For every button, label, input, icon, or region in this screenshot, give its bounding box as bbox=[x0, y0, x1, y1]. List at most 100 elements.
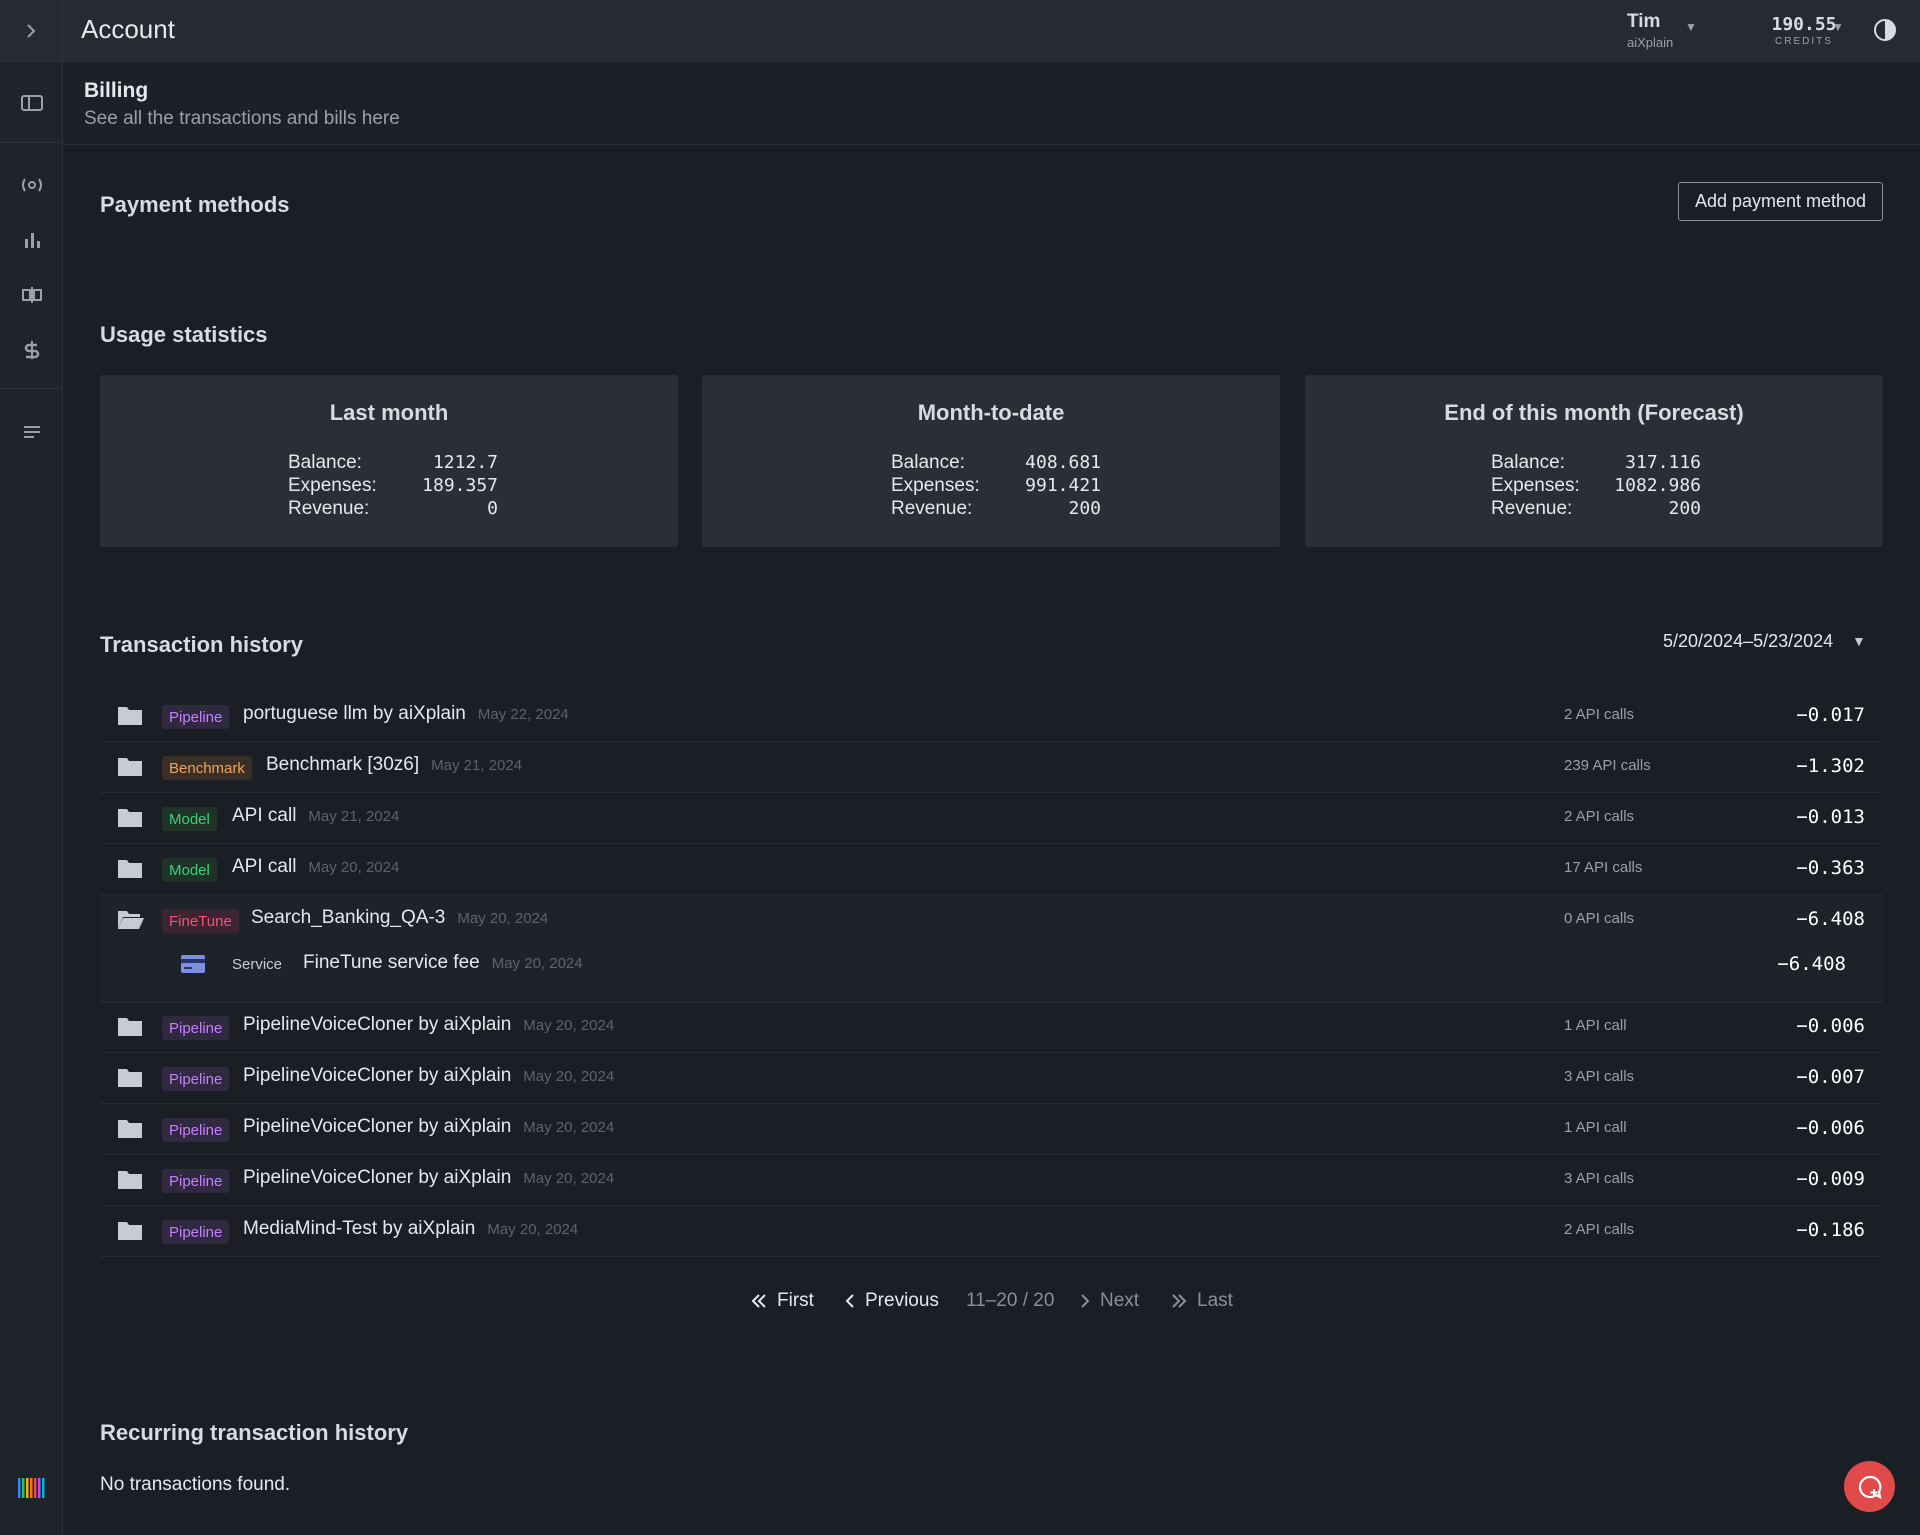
transaction-row[interactable]: Benchmark Benchmark [30z6] May 21, 2024 2… bbox=[100, 742, 1883, 793]
api-calls: 2 API calls bbox=[1564, 1221, 1635, 1238]
logo-icon bbox=[17, 1478, 44, 1498]
caret-down-icon[interactable]: ▼ bbox=[1852, 633, 1866, 649]
transaction-row[interactable]: Model API call May 21, 2024 2 API calls −… bbox=[100, 793, 1883, 844]
transaction-row[interactable]: Pipeline PipelineVoiceCloner by aiXplain… bbox=[100, 1002, 1883, 1053]
transaction-history-title: Transaction history bbox=[100, 632, 303, 657]
pagination-last[interactable]: Last bbox=[1171, 1290, 1233, 1312]
usage-statistics-title: Usage statistics bbox=[100, 322, 268, 347]
caret-down-icon[interactable]: ▼ bbox=[1685, 20, 1697, 34]
type-badge: FineTune bbox=[162, 909, 239, 933]
service-tag: Service bbox=[232, 956, 283, 973]
revenue-value: 200 bbox=[1068, 498, 1101, 519]
sidebar-item-dashboard[interactable] bbox=[0, 83, 63, 123]
transaction-title: PipelineVoiceCloner by aiXplain bbox=[243, 1065, 512, 1086]
transaction-title: API call bbox=[232, 856, 297, 877]
folder-icon bbox=[117, 1066, 143, 1094]
transaction-title: PipelineVoiceCloner by aiXplain bbox=[243, 1014, 512, 1035]
list-icon bbox=[23, 426, 40, 438]
revenue-label: Revenue: bbox=[288, 497, 370, 519]
balance-value: 408.681 bbox=[1025, 452, 1101, 473]
billing-title: Billing bbox=[84, 79, 149, 102]
sidebar-item-broadcast[interactable] bbox=[0, 165, 63, 205]
sidebar-expand-button[interactable] bbox=[0, 0, 62, 62]
api-calls: 17 API calls bbox=[1564, 859, 1643, 876]
transaction-name: portuguese llm by aiXplain May 22, 2024 bbox=[243, 703, 569, 725]
folder-open-icon bbox=[117, 908, 145, 936]
sidebar-divider bbox=[0, 388, 63, 389]
transaction-row[interactable]: Pipeline portuguese llm by aiXplain May 2… bbox=[100, 691, 1883, 742]
credit-card-icon bbox=[180, 954, 206, 980]
folder-icon bbox=[117, 1015, 143, 1043]
folder-icon bbox=[117, 857, 143, 885]
sidebar-item-billing[interactable] bbox=[0, 330, 63, 370]
transaction-title: API call bbox=[232, 805, 297, 826]
api-calls: 2 API calls bbox=[1564, 706, 1635, 723]
balance-label: Balance: bbox=[891, 451, 965, 473]
pagination-previous[interactable]: Previous bbox=[845, 1290, 939, 1312]
folder-icon bbox=[117, 755, 143, 783]
type-badge: Pipeline bbox=[162, 1220, 230, 1244]
type-badge: Pipeline bbox=[162, 1118, 230, 1142]
type-badge: Pipeline bbox=[162, 1016, 230, 1040]
transaction-amount: −0.017 bbox=[1796, 704, 1865, 726]
add-payment-method-button[interactable]: Add payment method bbox=[1678, 182, 1883, 221]
transaction-title: PipelineVoiceCloner by aiXplain bbox=[243, 1167, 512, 1188]
sidebar-item-docs[interactable] bbox=[0, 412, 63, 452]
transaction-row[interactable]: Pipeline PipelineVoiceCloner by aiXplain… bbox=[100, 1155, 1883, 1206]
transaction-row[interactable]: Pipeline MediaMind-Test by aiXplain May 2… bbox=[100, 1206, 1883, 1257]
transaction-date: May 21, 2024 bbox=[431, 757, 523, 774]
pagination-last-label: Last bbox=[1197, 1290, 1233, 1311]
transaction-row-expanded[interactable]: FineTune Search_Banking_QA-3 May 20, 2024… bbox=[100, 895, 1883, 946]
pagination-range: 11–20 / 20 bbox=[966, 1290, 1055, 1311]
transaction-title: FineTune service fee bbox=[303, 952, 480, 973]
transaction-name: PipelineVoiceCloner by aiXplain May 20, 2… bbox=[243, 1065, 614, 1087]
balance-label: Balance: bbox=[1491, 451, 1565, 473]
transaction-date: May 20, 2024 bbox=[523, 1119, 615, 1136]
broadcast-icon bbox=[21, 178, 42, 192]
api-calls: 239 API calls bbox=[1564, 757, 1651, 774]
payment-methods-title: Payment methods bbox=[100, 192, 290, 217]
transaction-amount: −6.408 bbox=[1777, 953, 1846, 975]
transaction-name: MediaMind-Test by aiXplain May 20, 2024 bbox=[243, 1218, 578, 1240]
chevron-left-icon bbox=[845, 1294, 855, 1308]
date-range-picker[interactable]: 5/20/2024–5/23/2024 bbox=[1663, 631, 1833, 652]
api-calls: 0 API calls bbox=[1564, 910, 1635, 927]
billing-subtitle: See all the transactions and bills here bbox=[84, 108, 400, 129]
sidebar-item-analytics[interactable] bbox=[0, 220, 63, 260]
type-badge: Pipeline bbox=[162, 1169, 230, 1193]
transaction-date: May 20, 2024 bbox=[487, 1221, 579, 1238]
folder-icon bbox=[117, 1219, 143, 1247]
transaction-name: PipelineVoiceCloner by aiXplain May 20, 2… bbox=[243, 1116, 614, 1138]
pagination-next-label: Next bbox=[1100, 1290, 1140, 1311]
expenses-label: Expenses: bbox=[891, 474, 980, 496]
type-badge: Pipeline bbox=[162, 1067, 230, 1091]
transaction-date: May 20, 2024 bbox=[308, 859, 400, 876]
transaction-date: May 20, 2024 bbox=[491, 955, 583, 972]
theme-toggle-icon[interactable] bbox=[1872, 17, 1898, 49]
transaction-row[interactable]: Pipeline PipelineVoiceCloner by aiXplain… bbox=[100, 1104, 1883, 1155]
transaction-row[interactable]: Pipeline PipelineVoiceCloner by aiXplain… bbox=[100, 1053, 1883, 1104]
transaction-name: API call May 20, 2024 bbox=[232, 856, 399, 878]
empty-state-text: No transactions found. bbox=[100, 1474, 291, 1495]
transaction-amount: −0.363 bbox=[1796, 857, 1865, 879]
support-chat-button[interactable] bbox=[1844, 1461, 1895, 1512]
user-menu[interactable]: Tim aiXplain bbox=[1627, 11, 1673, 50]
sidebar-item-compare[interactable] bbox=[0, 275, 63, 315]
user-name: Tim bbox=[1627, 11, 1661, 32]
transaction-row[interactable]: Model API call May 20, 2024 17 API calls … bbox=[100, 844, 1883, 895]
double-chevron-right-icon bbox=[1171, 1294, 1187, 1308]
api-calls: 3 API calls bbox=[1564, 1068, 1635, 1085]
stat-card-title: Last month bbox=[329, 400, 449, 425]
transaction-name: API call May 21, 2024 bbox=[232, 805, 399, 827]
api-calls: 3 API calls bbox=[1564, 1170, 1635, 1187]
balance-value: 317.116 bbox=[1625, 452, 1701, 473]
transaction-date: May 20, 2024 bbox=[457, 910, 549, 927]
pagination-first[interactable]: First bbox=[751, 1290, 814, 1312]
transaction-sub-row: Service FineTune service fee May 20, 2024… bbox=[100, 940, 1883, 991]
type-badge: Pipeline bbox=[162, 705, 230, 729]
chevron-right-icon bbox=[27, 23, 36, 38]
pagination-next[interactable]: Next bbox=[1080, 1290, 1139, 1312]
folder-icon bbox=[117, 1117, 143, 1145]
transaction-amount: −0.006 bbox=[1796, 1015, 1865, 1037]
caret-down-icon[interactable]: ▼ bbox=[1832, 20, 1844, 34]
